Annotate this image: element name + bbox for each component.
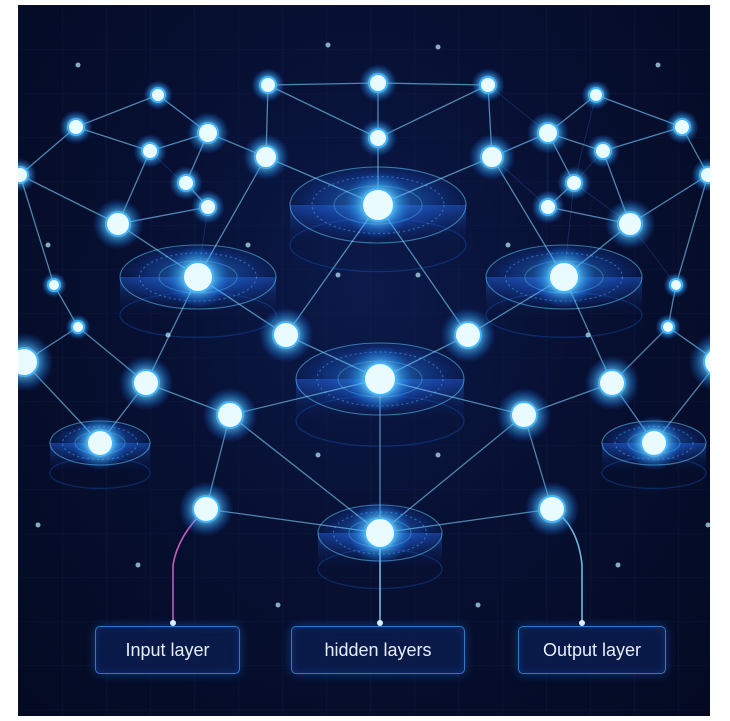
particle-dot-9 xyxy=(435,452,441,458)
node-11 xyxy=(588,87,604,103)
node-29 xyxy=(18,347,39,377)
node-12 xyxy=(67,118,85,136)
node-41 xyxy=(71,320,85,334)
node-39 xyxy=(47,278,61,292)
particle-dot-3 xyxy=(655,62,661,68)
output-layer-label: Output layer xyxy=(518,626,666,674)
node-34 xyxy=(598,369,626,397)
node-17 xyxy=(254,145,278,169)
particle-dot-7 xyxy=(505,242,511,248)
node-0 xyxy=(361,188,395,222)
node-23 xyxy=(199,198,217,216)
node-42 xyxy=(661,320,675,334)
node-35 xyxy=(216,401,244,429)
node-7 xyxy=(368,73,388,93)
particle-dot-19 xyxy=(585,332,591,338)
particle-dot-10 xyxy=(135,562,141,568)
node-40 xyxy=(669,278,683,292)
input-layer-label: Input layer xyxy=(95,626,240,674)
particle-dot-1 xyxy=(325,42,331,48)
node-6 xyxy=(364,517,396,549)
particle-dot-17 xyxy=(415,272,421,278)
node-32 xyxy=(454,321,482,349)
node-24 xyxy=(539,198,557,216)
particle-dot-0 xyxy=(75,62,81,68)
node-4 xyxy=(86,429,114,457)
particle-dot-8 xyxy=(315,452,321,458)
node-33 xyxy=(132,369,160,397)
node-15 xyxy=(537,122,559,144)
node-13 xyxy=(673,118,691,136)
particle-dot-6 xyxy=(245,242,251,248)
particle-dot-13 xyxy=(475,602,481,608)
node-22 xyxy=(565,174,583,192)
node-21 xyxy=(177,174,195,192)
node-38 xyxy=(538,495,566,523)
particle-dot-18 xyxy=(165,332,171,338)
node-31 xyxy=(272,321,300,349)
node-25 xyxy=(105,211,131,237)
node-8 xyxy=(259,76,277,94)
particle-dot-11 xyxy=(615,562,621,568)
node-1 xyxy=(182,261,214,293)
node-18 xyxy=(480,145,504,169)
node-3 xyxy=(363,362,397,396)
particle-dot-12 xyxy=(275,602,281,608)
node-9 xyxy=(479,76,497,94)
node-10 xyxy=(150,87,166,103)
node-14 xyxy=(197,122,219,144)
node-2 xyxy=(548,261,580,293)
node-26 xyxy=(617,211,643,237)
particle-dot-4 xyxy=(45,242,51,248)
diagram-canvas: Input layer hidden layers Output layer xyxy=(18,5,710,716)
particle-dot-2 xyxy=(435,44,441,50)
node-19 xyxy=(141,142,159,160)
node-27 xyxy=(18,166,29,184)
particle-dot-16 xyxy=(335,272,341,278)
node-20 xyxy=(594,142,612,160)
particle-dot-14 xyxy=(35,522,41,528)
neural-network-graph xyxy=(18,5,710,716)
node-37 xyxy=(192,495,220,523)
node-16 xyxy=(368,128,388,148)
hidden-layers-label: hidden layers xyxy=(291,626,465,674)
node-36 xyxy=(510,401,538,429)
node-5 xyxy=(640,429,668,457)
node-28 xyxy=(699,166,710,184)
